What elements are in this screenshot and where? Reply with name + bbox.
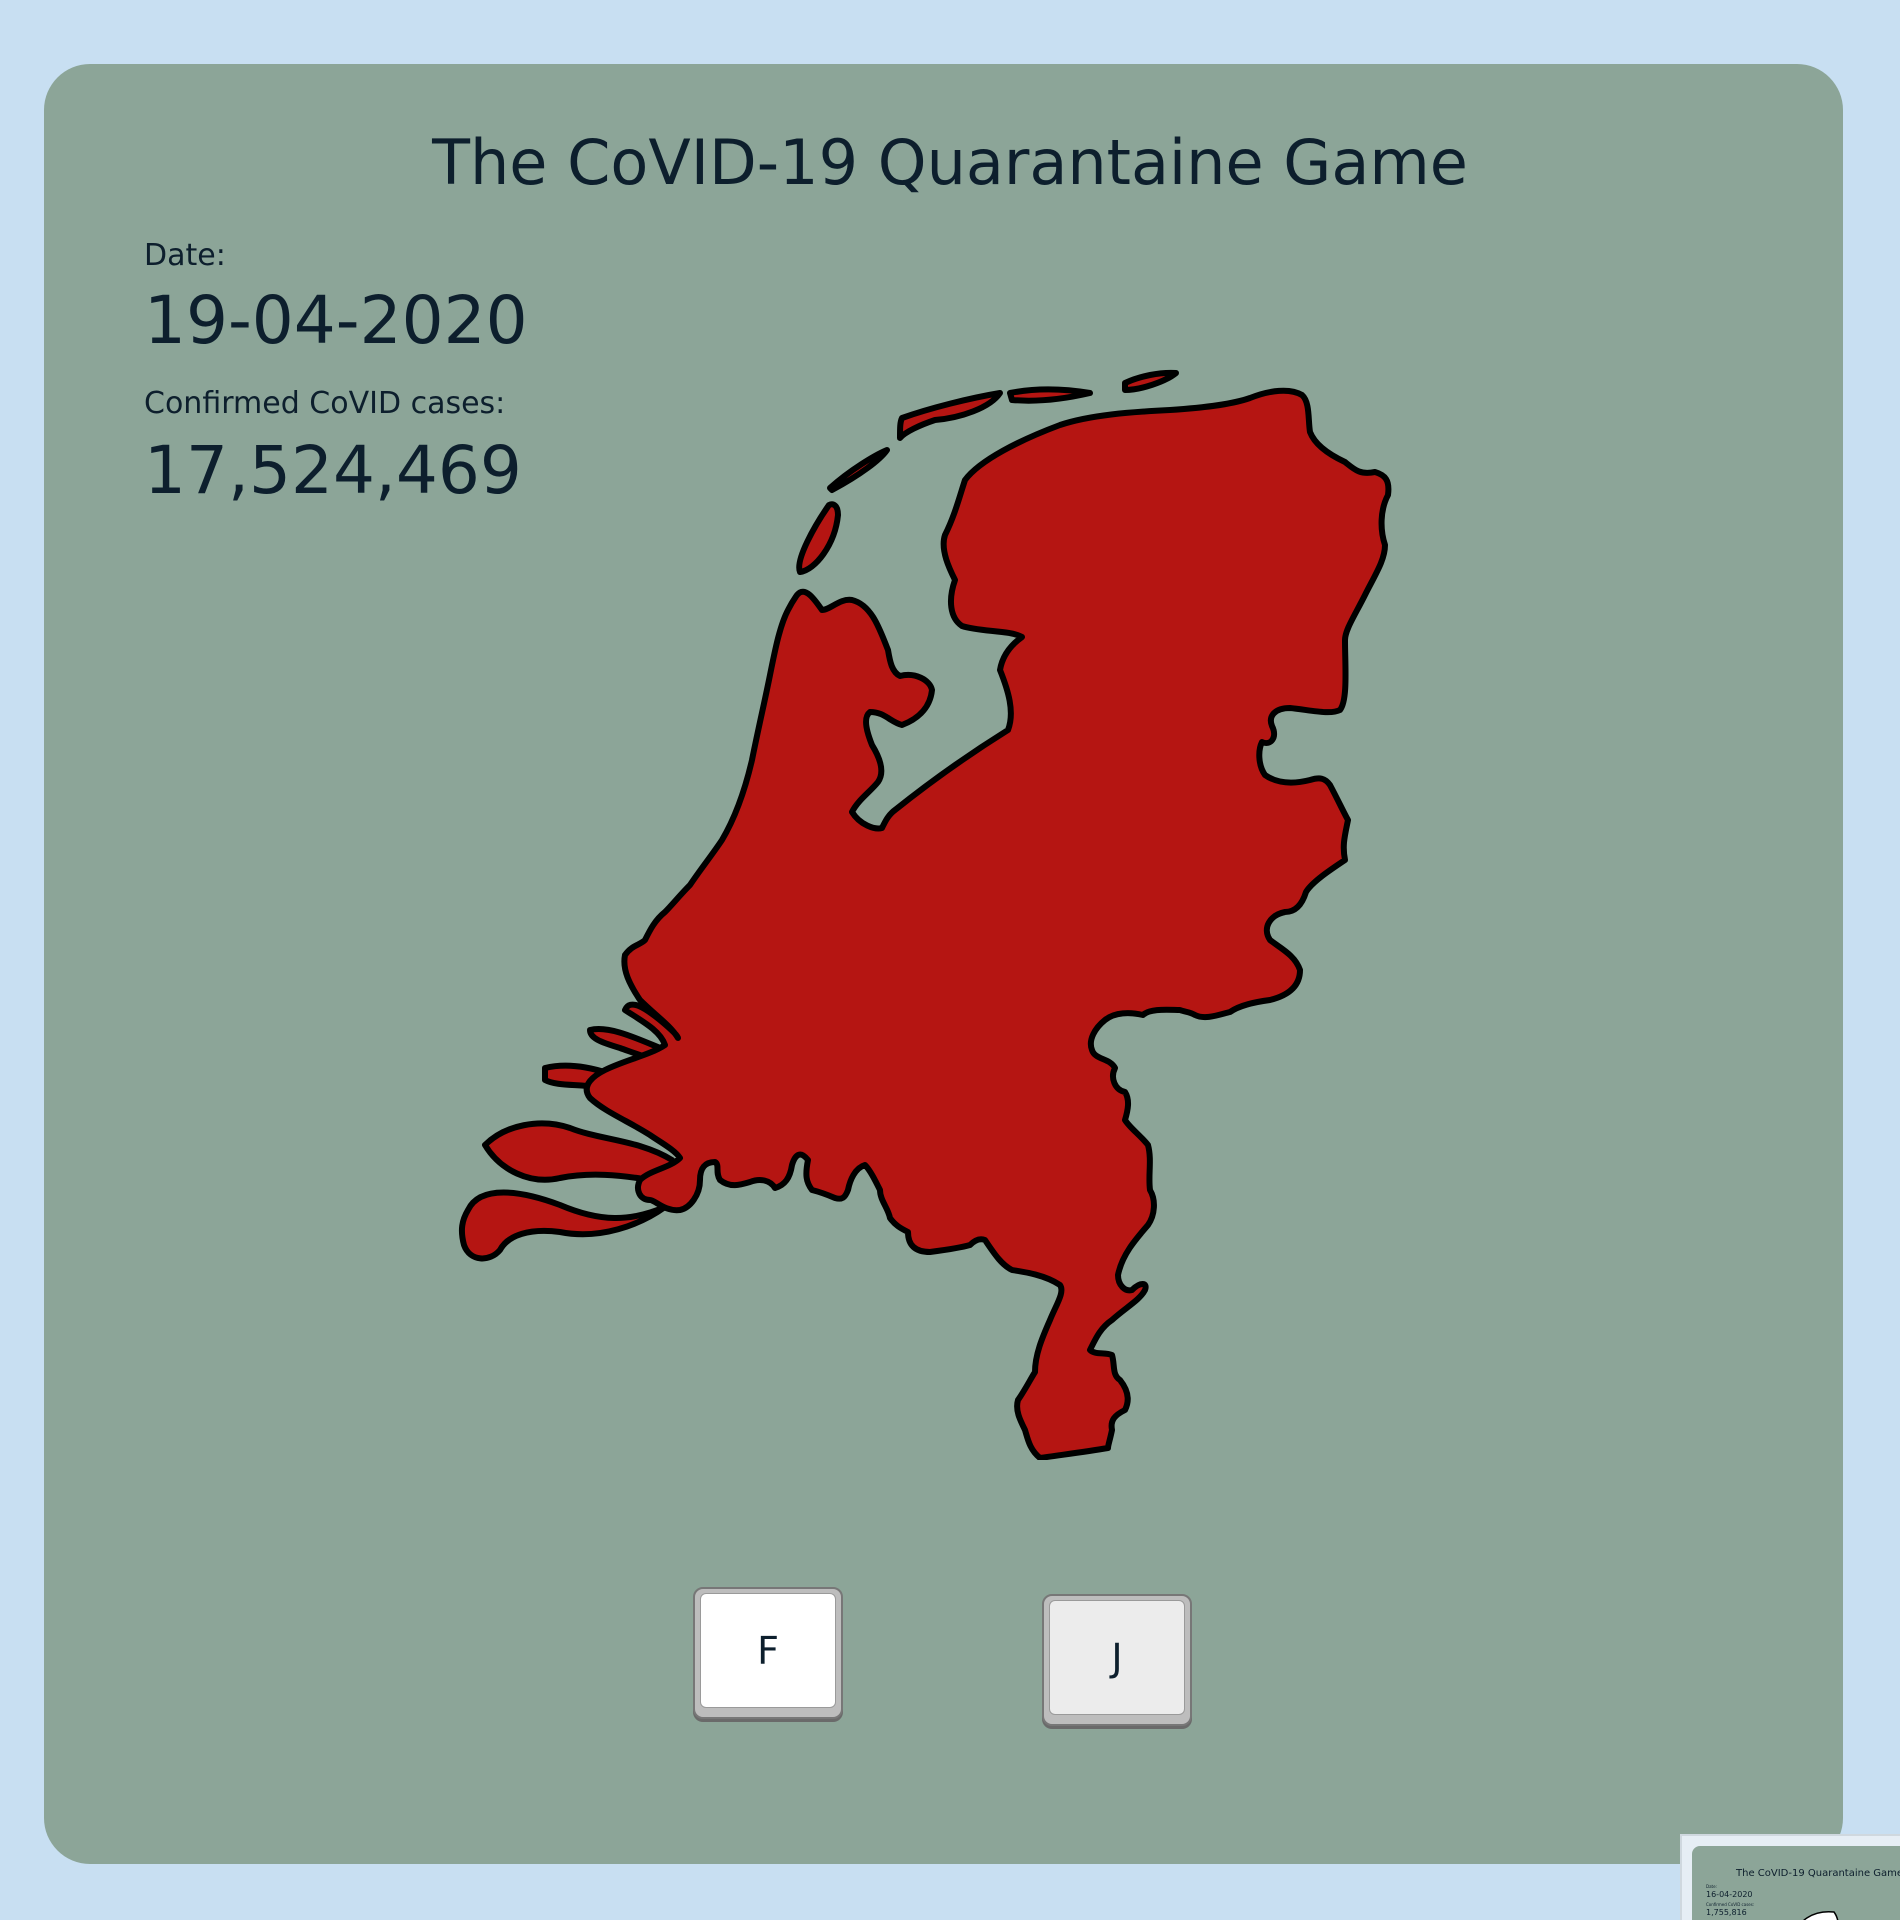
date-value: 19-04-2020 <box>144 282 528 359</box>
screenshot-thumbnail[interactable]: The CoVID-19 Quarantaine Game Date: 16-0… <box>1680 1834 1900 1920</box>
island-vlieland <box>827 447 890 493</box>
thumbnail-cases-value: 1,755,816 <box>1706 1908 1747 1917</box>
thumbnail-map <box>1803 1911 1839 1920</box>
island-walcheren <box>458 1189 668 1262</box>
j-key-label: J <box>1049 1600 1185 1715</box>
mainland <box>583 387 1392 1460</box>
island-ameland <box>1007 386 1093 404</box>
thumbnail-cases-label: Confirmed CoVID cases: <box>1706 1902 1755 1907</box>
f-key-button[interactable]: F <box>693 1587 843 1719</box>
island-schiermonnikoog <box>1122 369 1179 393</box>
j-key-button[interactable]: J <box>1042 1594 1192 1726</box>
netherlands-map <box>458 369 1392 1460</box>
thumbnail-title: The CoVID-19 Quarantaine Game <box>1736 1868 1900 1879</box>
game-title: The CoVID-19 Quarantaine Game <box>432 126 1468 199</box>
island-terschelling <box>897 390 1003 441</box>
f-key-label: F <box>700 1593 836 1708</box>
date-label: Date: <box>144 238 226 273</box>
island-texel <box>796 501 841 575</box>
thumbnail-date-label: Date: <box>1706 1884 1717 1889</box>
thumbnail-panel: The CoVID-19 Quarantaine Game Date: 16-0… <box>1692 1846 1900 1920</box>
thumbnail-date-value: 16-04-2020 <box>1706 1890 1753 1899</box>
